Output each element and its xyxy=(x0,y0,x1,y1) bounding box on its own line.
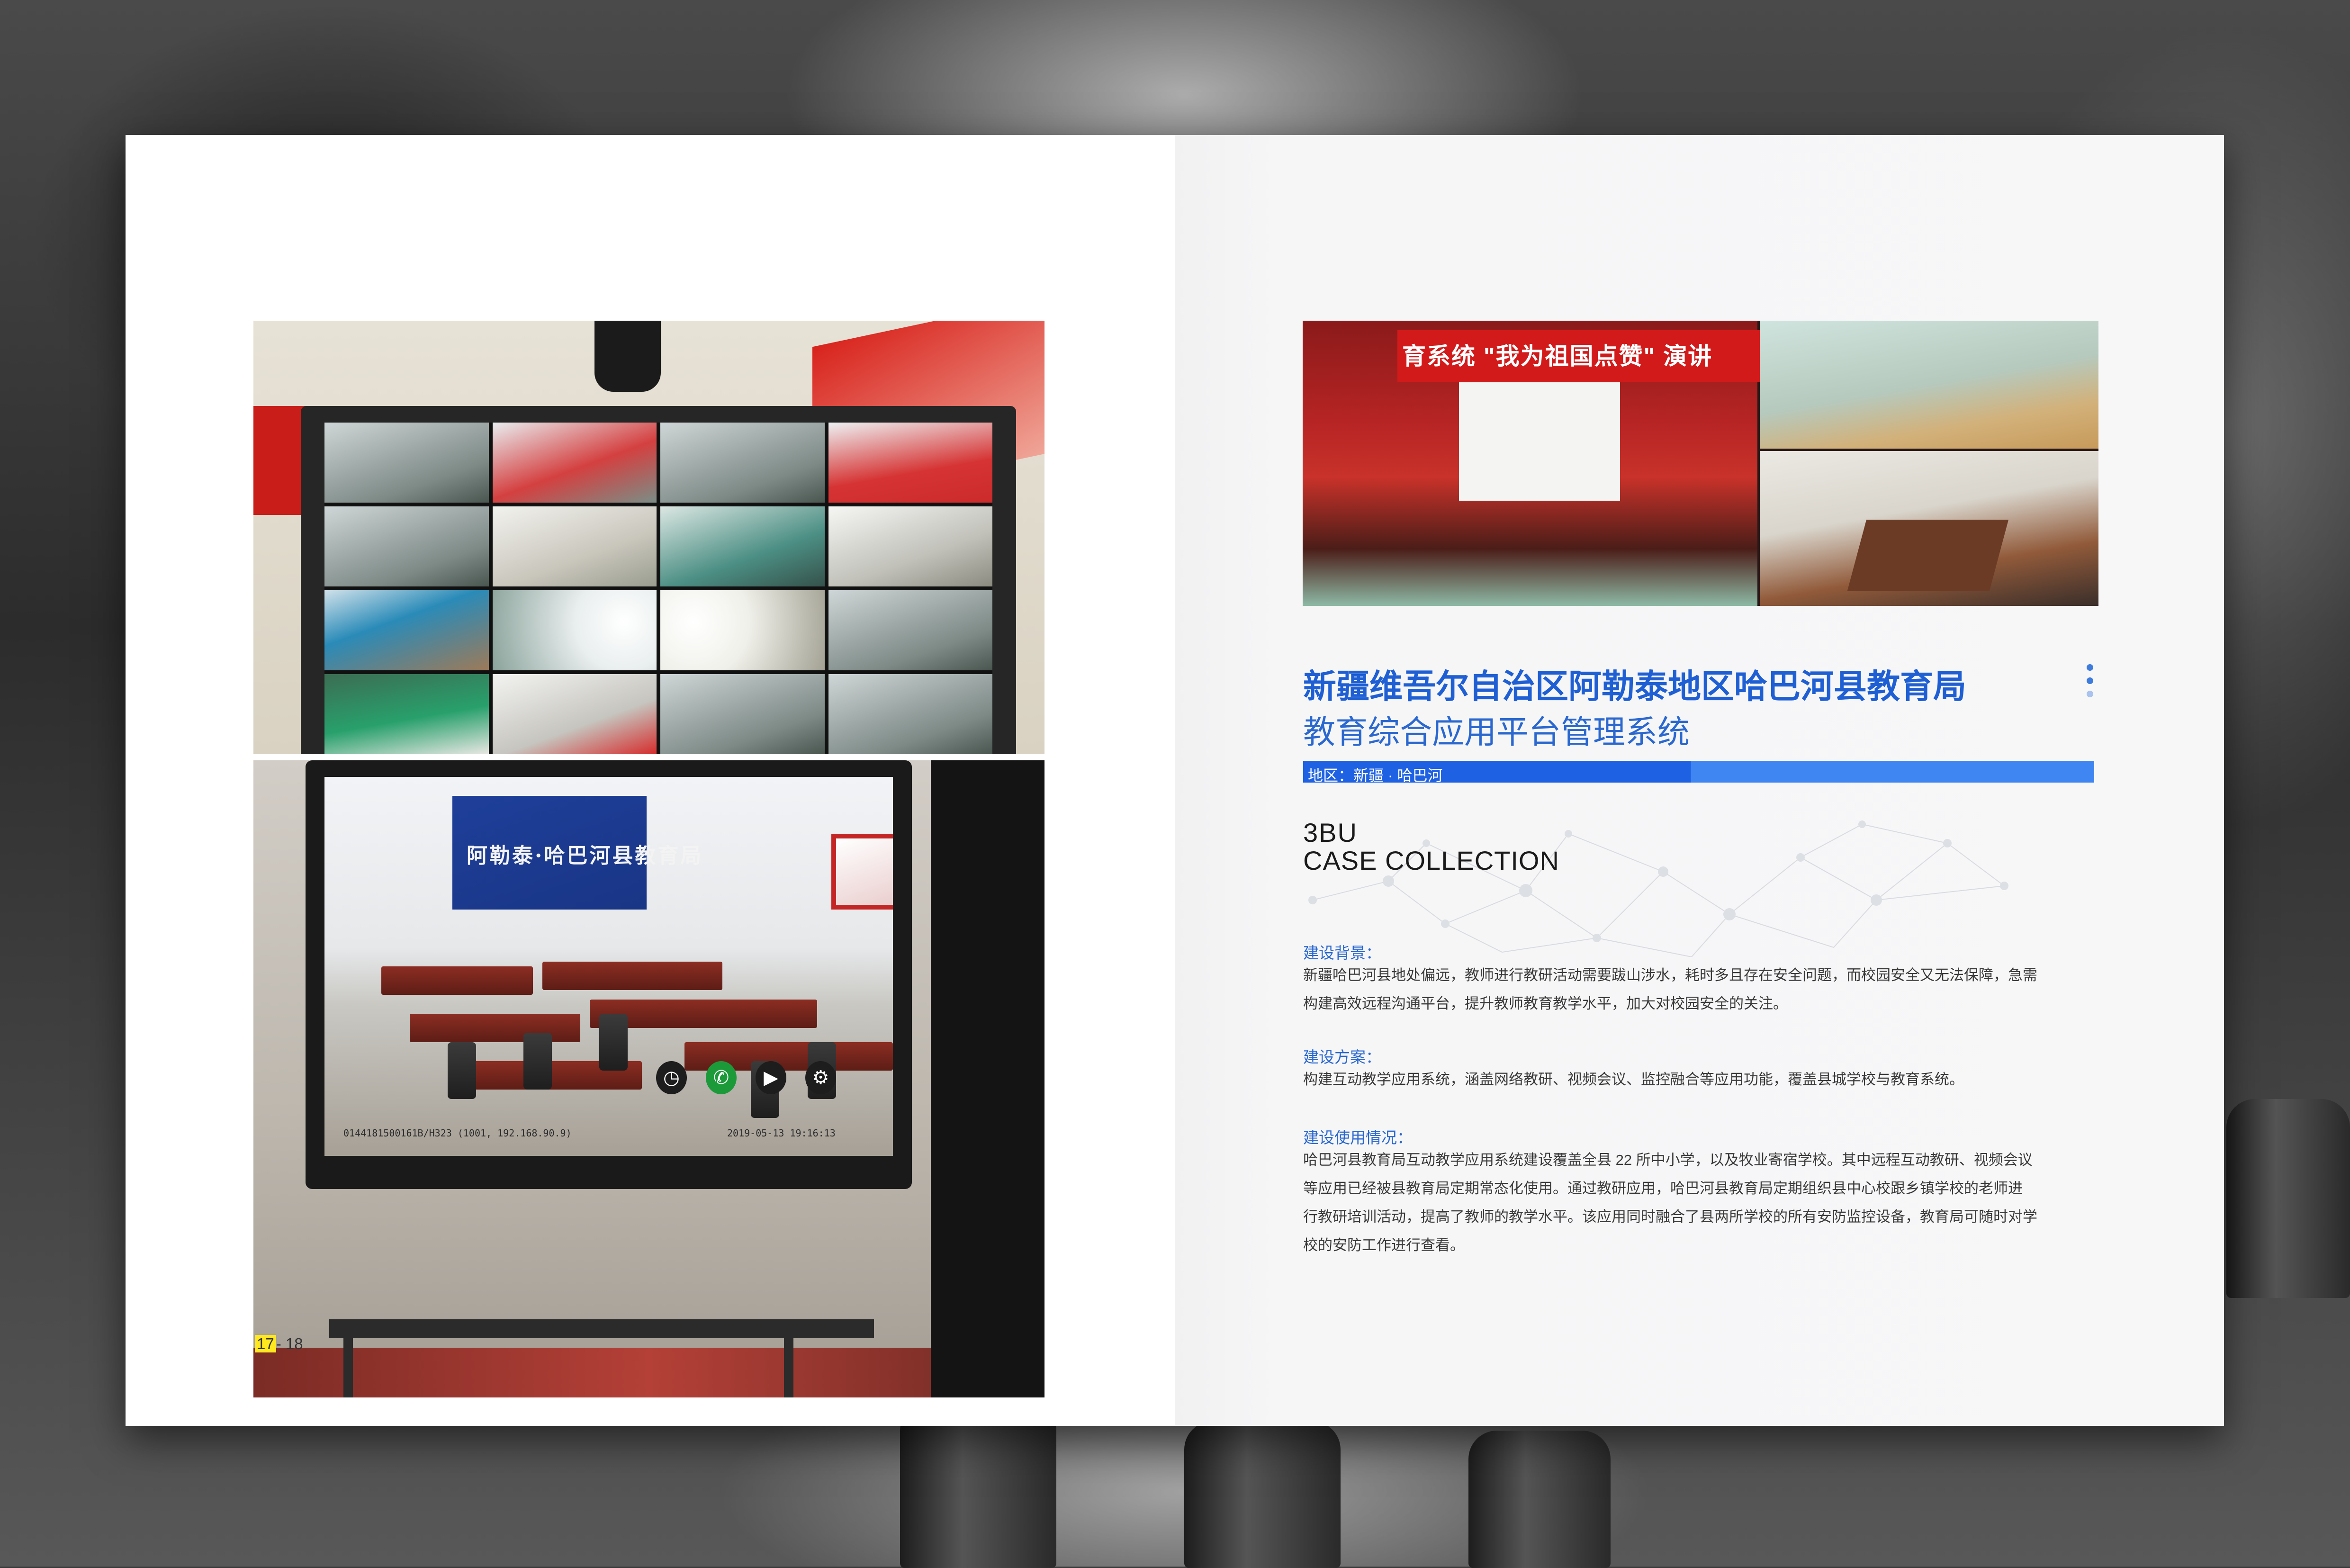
project-title: 新疆维吾尔自治区阿勒泰地区哈巴河县教育局 xyxy=(1303,668,1966,705)
section-body-usage: 哈巴河县教育局互动教学应用系统建设覆盖全县 22 所中小学，以及牧业寄宿学校。其… xyxy=(1303,1152,2037,1253)
video-wall-photo xyxy=(253,321,1044,754)
conference-collage-photo: 育系统 "我为祖国点赞" 演讲 xyxy=(1303,321,2098,606)
project-subtitle: 教育综合应用平台管理系统 xyxy=(1303,714,1690,750)
call-icon: ✆ xyxy=(706,1061,737,1094)
more-dots-icon xyxy=(2087,664,2094,704)
stage-banner-text: 阿勒泰·哈巴河县教育局 xyxy=(467,844,703,868)
tv-screen: 阿勒泰·哈巴河县教育局 ◷ ✆ ▶ ⚙ 0144181500161B/H323 … xyxy=(324,777,893,1156)
ink-can xyxy=(2226,1099,2350,1298)
history-icon: ◷ xyxy=(656,1061,687,1094)
brand-line-2: CASE COLLECTION xyxy=(1303,846,1559,875)
ink-can xyxy=(1468,1431,1611,1568)
surveillance-grid xyxy=(324,423,992,754)
stage-backdrop: 阿勒泰·哈巴河县教育局 xyxy=(452,796,703,910)
section-body-plan: 构建互动教学应用系统，涵盖网络教研、视频会议、监控融合等应用功能，覆盖县城学校与… xyxy=(1303,1071,1964,1088)
left-page: 阿勒泰·哈巴河县教育局 ◷ ✆ ▶ ⚙ 0144181500161B/H323 … xyxy=(126,135,1175,1426)
meeting-table xyxy=(1847,520,2009,591)
brand-line-1: 3BU xyxy=(1303,818,1358,847)
play-icon: ▶ xyxy=(756,1061,786,1094)
ink-can xyxy=(1184,1421,1341,1568)
playback-controls: ◷ ✆ ▶ ⚙ xyxy=(656,1059,836,1097)
osd-device-info: 0144181500161B/H323 (1001, 192.168.90.9) xyxy=(343,1127,572,1139)
page-number: 17- 18 xyxy=(255,1335,303,1353)
classroom-display-photo: 阿勒泰·哈巴河县教育局 ◷ ✆ ▶ ⚙ 0144181500161B/H323 … xyxy=(253,760,1044,1397)
section-title-plan: 建设方案： xyxy=(1303,1048,1381,1066)
region-label: 地区：新疆 · 哈巴河 xyxy=(1308,767,1443,784)
gear-icon: ⚙ xyxy=(805,1061,836,1094)
ink-can xyxy=(900,1402,1056,1568)
section-title-usage: 建设使用情况： xyxy=(1303,1129,1413,1146)
page-number-current: 17 xyxy=(255,1335,276,1352)
page-number-rest: - 18 xyxy=(276,1335,303,1352)
section-body-background: 新疆哈巴河县地处偏远，教师进行教研活动需要跋山涉水，耗时多且存在安全问题，而校园… xyxy=(1303,967,2037,1012)
osd-timestamp: 2019-05-13 19:16:13 xyxy=(727,1127,836,1139)
notice-board xyxy=(831,834,893,910)
region-bar: 地区：新疆 · 哈巴河 xyxy=(1303,761,2094,784)
brochure-spread: 阿勒泰·哈巴河县教育局 ◷ ✆ ▶ ⚙ 0144181500161B/H323 … xyxy=(126,135,2224,1426)
network-decoration xyxy=(1308,820,2008,957)
projection-screen xyxy=(1459,382,1620,501)
section-title-background: 建设背景： xyxy=(1303,944,1381,962)
photo-banner-text: 育系统 "我为祖国点赞" 演讲 xyxy=(1397,330,1762,382)
